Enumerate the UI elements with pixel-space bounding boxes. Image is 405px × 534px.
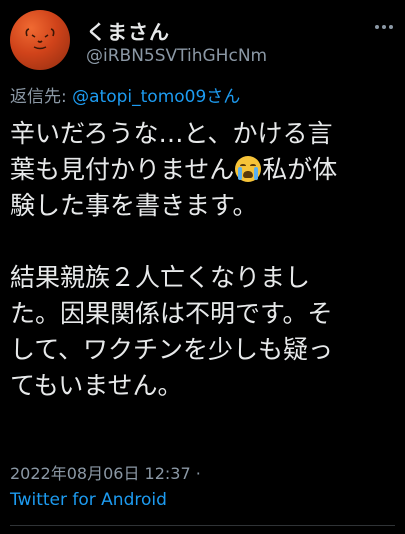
tweet-timestamp[interactable]: 2022年08月06日 12:37 · xyxy=(10,460,201,484)
tweet-header: くまさん @iRBN5SVTihGHcNm xyxy=(10,10,405,72)
more-dots-icon[interactable] xyxy=(373,16,395,38)
tweet-text: 辛いだろうな…と、かける言 葉も見付かりません 私が体 験した事を書きます。 結果… xyxy=(10,116,395,404)
tweet-line-with-emoji: 葉も見付かりません 私が体 xyxy=(10,152,395,188)
tweet-line: てもいません。 xyxy=(10,371,183,400)
tweet-line: 辛いだろうな…と、かける言 xyxy=(10,119,333,148)
tweet-line-part: 私が体 xyxy=(262,155,338,184)
reply-to-line: 返信先: @atopi_tomo09さん xyxy=(10,82,240,107)
reply-to-prefix: 返信先: xyxy=(10,87,73,107)
tweet-line-part: 葉も見付かりません xyxy=(10,155,235,184)
author-handle[interactable]: @iRBN5SVTihGHcNm xyxy=(86,46,267,66)
avatar[interactable] xyxy=(10,10,70,70)
tweet-line: 験した事を書きます。 xyxy=(10,191,258,220)
bear-face-icon xyxy=(25,28,55,50)
tweet-source-link[interactable]: Twitter for Android xyxy=(10,490,167,510)
tweet-line: 結果親族２人亡くなりまし xyxy=(10,263,311,292)
tweet-detail: くまさん @iRBN5SVTihGHcNm 返信先: @atopi_tomo09… xyxy=(0,0,405,534)
divider xyxy=(10,525,395,526)
tweet-line: た。因果関係は不明です。そ xyxy=(10,299,333,328)
loudly-crying-face-icon xyxy=(235,156,262,182)
reply-to-username-link[interactable]: @atopi_tomo09さん xyxy=(72,87,240,107)
author-display-name[interactable]: くまさん xyxy=(86,16,170,45)
tweet-line: して、ワクチンを少しも疑っ xyxy=(10,335,334,364)
